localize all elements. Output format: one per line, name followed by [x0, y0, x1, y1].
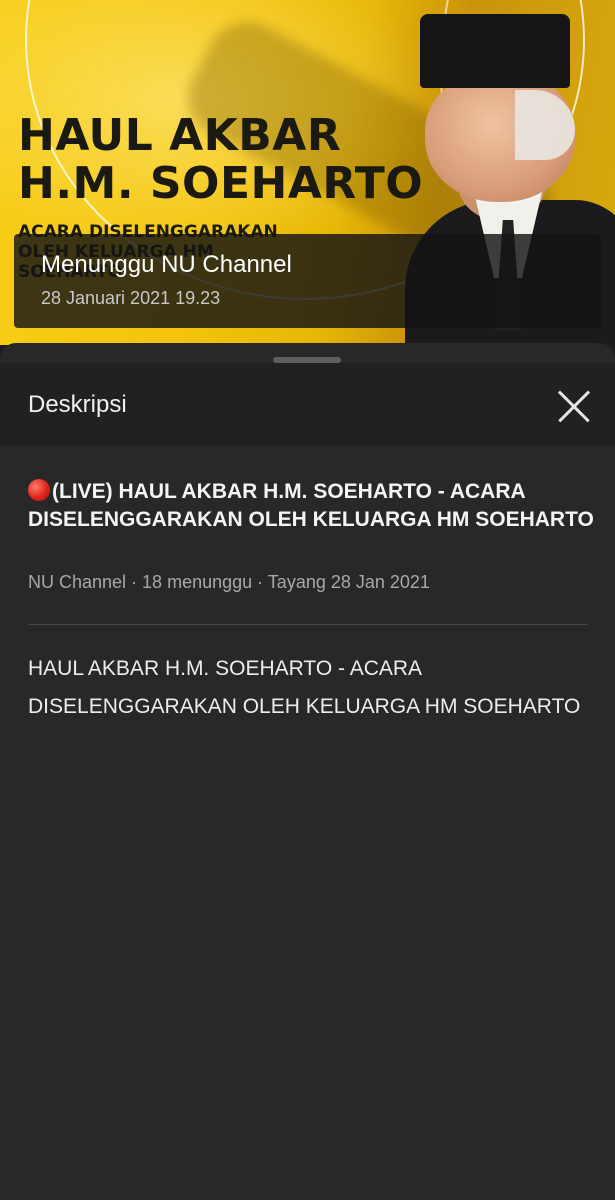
- overlay-date: 28 Januari 2021 19.23: [41, 288, 221, 308]
- video-meta: NU Channel · 18 menunggu · Tayang 28 Jan…: [28, 572, 430, 592]
- headline-line-1: HAUL AKBAR: [18, 110, 342, 161]
- divider: [28, 624, 588, 625]
- video-title: (LIVE) HAUL AKBAR H.M. SOEHARTO - ACARA …: [28, 478, 598, 534]
- sheet-header: Deskripsi: [0, 363, 615, 446]
- description-sheet: Deskripsi: [0, 343, 615, 1200]
- thumbnail-headline: HAUL AKBAR H.M. SOEHARTO: [18, 112, 423, 208]
- video-description: HAUL AKBAR H.M. SOEHARTO - ACARA DISELEN…: [28, 657, 581, 718]
- video-overlay-card: Menunggu NU Channel 28 Januari 2021 19.2…: [14, 234, 601, 328]
- overlay-title: Menunggu NU Channel: [41, 251, 292, 278]
- video-player[interactable]: HAUL AKBAR H.M. SOEHARTO ACARA DISELENGG…: [0, 0, 615, 345]
- headline-line-2: H.M. SOEHARTO: [18, 158, 424, 209]
- sheet-title: Deskripsi: [28, 391, 127, 418]
- live-indicator-icon: [28, 479, 50, 501]
- video-title-text: (LIVE) HAUL AKBAR H.M. SOEHARTO - ACARA …: [28, 480, 594, 531]
- close-icon[interactable]: [556, 388, 592, 424]
